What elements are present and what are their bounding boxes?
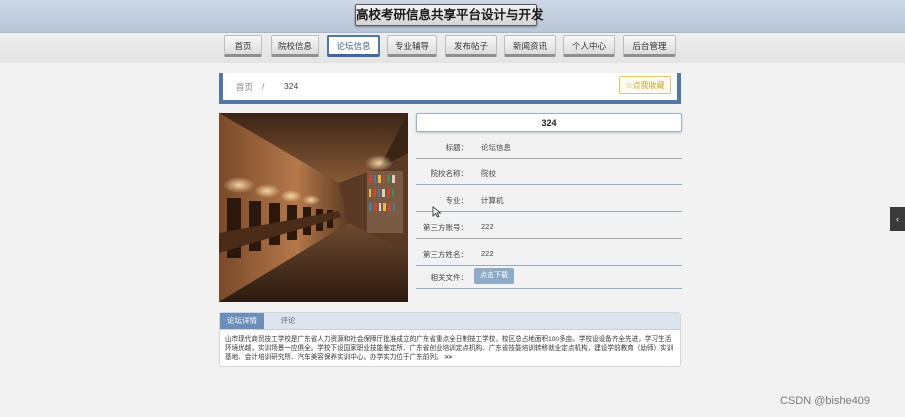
- field-value: 计算机: [481, 196, 504, 205]
- field-row-third-party-name: 第三方姓名： 222: [416, 240, 682, 266]
- forum-content: 山市现代商贸技工学校是广东省人力资源和社会保障厅批准成立的广东省重点全日制技工学…: [225, 335, 675, 362]
- field-value: 院校: [481, 169, 496, 178]
- tab-forum-detail[interactable]: 论坛详情: [220, 313, 264, 329]
- field-row-school: 院校名称： 院校: [416, 159, 682, 185]
- side-panel-toggle[interactable]: ‹: [890, 207, 905, 231]
- field-row-third-party-account: 第三方账号： 222: [416, 213, 682, 239]
- field-row-file: 相关文件： 点击下载: [416, 264, 682, 289]
- field-label: 标题：: [445, 143, 469, 152]
- mouse-cursor-icon: [432, 206, 442, 218]
- breadcrumb-current: 324: [284, 81, 299, 91]
- field-value: 222: [481, 249, 494, 258]
- favorite-button[interactable]: ☆点我收藏: [619, 76, 671, 94]
- breadcrumb-separator: /: [262, 81, 265, 91]
- tab-comments[interactable]: 评论: [266, 313, 310, 329]
- field-row-title: 标题： 论坛信息: [416, 133, 682, 159]
- detail-title: 324: [416, 113, 682, 132]
- field-label: 相关文件：: [430, 273, 469, 282]
- download-button[interactable]: 点击下载: [474, 268, 514, 284]
- favorite-label: 点我收藏: [632, 81, 665, 90]
- read-more-link[interactable]: >>: [444, 354, 452, 361]
- nav-item-user-center[interactable]: 个人中心: [563, 35, 615, 57]
- nav-item-forum[interactable]: 论坛信息: [327, 35, 380, 57]
- field-value: 论坛信息: [481, 143, 511, 152]
- breadcrumb: 首页 / 324: [219, 73, 681, 104]
- breadcrumb-home[interactable]: 首页: [236, 81, 253, 93]
- nav-item-home[interactable]: 首页: [224, 35, 262, 57]
- detail-tabs-panel: 论坛详情 评论 山市现代商贸技工学校是广东省人力资源和社会保障厅批准成立的广东省…: [219, 312, 681, 367]
- field-label: 第三方账号：: [423, 223, 468, 232]
- field-value: 222: [481, 222, 494, 231]
- nav-item-admin[interactable]: 后台管理: [623, 35, 676, 57]
- nav-item-news[interactable]: 新闻资讯: [504, 35, 556, 57]
- nav-item-major-tutoring[interactable]: 专业辅导: [387, 35, 437, 57]
- tabs-header: 论坛详情 评论: [220, 313, 680, 330]
- forum-photo: [219, 113, 408, 302]
- site-title: 高校考研信息共享平台设计与开发: [355, 4, 544, 26]
- field-label: 院校名称：: [430, 169, 469, 178]
- star-outline-icon: ☆: [625, 81, 633, 90]
- nav-item-post[interactable]: 发布帖子: [445, 35, 497, 57]
- nav-item-schools[interactable]: 院校信息: [271, 35, 319, 57]
- watermark: CSDN @bishe409: [780, 395, 871, 407]
- field-row-major: 专业： 计算机: [416, 186, 682, 212]
- field-label: 第三方姓名：: [423, 250, 468, 259]
- chevron-left-icon: ‹: [896, 214, 899, 224]
- field-label: 专业：: [445, 196, 469, 205]
